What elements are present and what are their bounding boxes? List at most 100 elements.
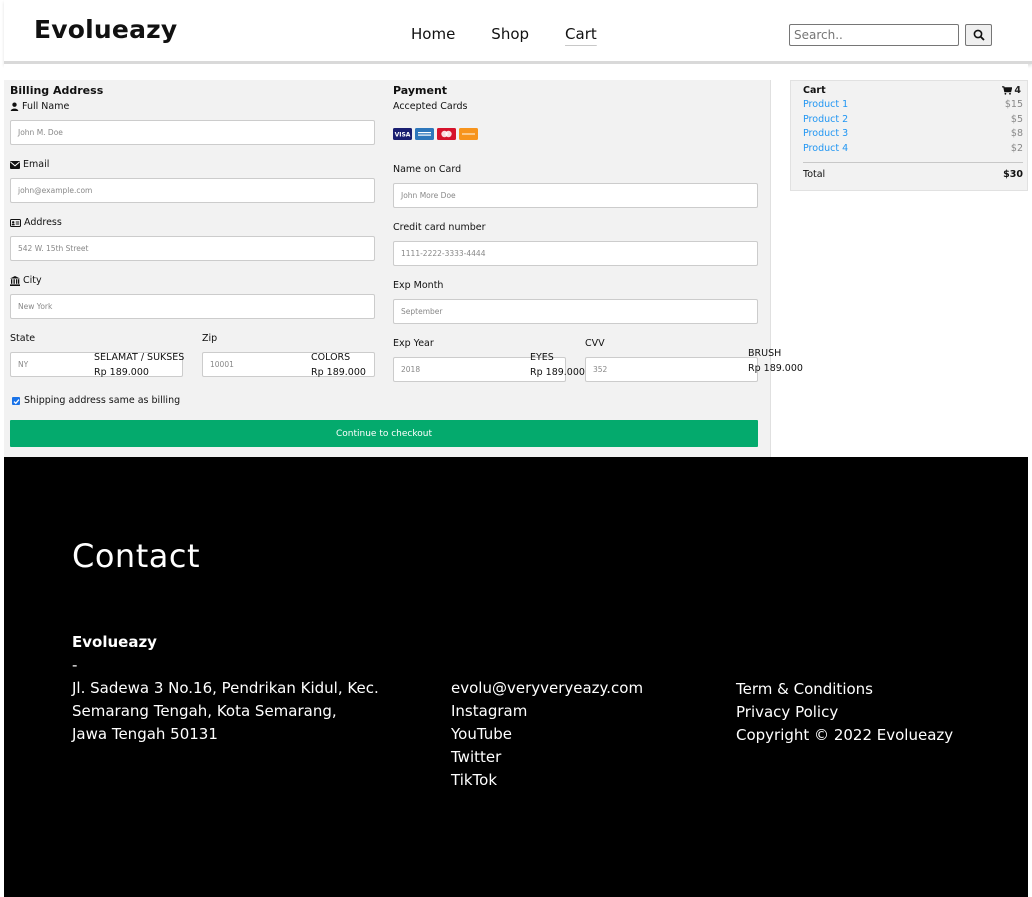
footer-instagram-link[interactable]: Instagram	[451, 700, 643, 723]
city-label: City	[10, 275, 42, 286]
shipping-same-checkbox[interactable]	[12, 397, 20, 405]
footer-links: evolu@veryveryeazy.com Instagram YouTube…	[451, 677, 643, 792]
cart-total-label: Total	[803, 169, 826, 180]
visa-card-icon: VISA	[393, 128, 412, 140]
footer-terms-link[interactable]: Term & Conditions	[736, 678, 953, 701]
billing-title: Billing Address	[10, 84, 104, 97]
overlay-product-price: Rp 189.000	[530, 367, 585, 378]
cart-item-price: $8	[1010, 128, 1023, 139]
cart-count: 4	[1002, 85, 1021, 96]
cc-number-input[interactable]: 1111-2222-3333-4444	[393, 241, 758, 266]
footer-copyright: Copyright © 2022 Evolueazy	[736, 726, 954, 744]
cvv-input[interactable]: 352	[585, 357, 758, 382]
footer-tiktok-link[interactable]: TikTok	[451, 769, 643, 792]
overlay-product-name: SELAMAT / SUKSES	[94, 352, 185, 363]
institution-icon	[10, 275, 20, 286]
payment-title: Payment	[393, 84, 448, 97]
discover-card-icon	[459, 128, 478, 140]
overlay-product-price: Rp 189.000	[748, 363, 803, 374]
overlay-product[interactable]: BRUSH Rp 189.000	[748, 346, 803, 376]
cart-item: Product 2 $5	[803, 114, 1023, 125]
envelope-icon	[10, 160, 20, 169]
email-input[interactable]: john@example.com	[10, 178, 375, 203]
footer-dash: -	[72, 656, 78, 674]
footer-youtube-link[interactable]: YouTube	[451, 723, 643, 746]
overlay-product-price: Rp 189.000	[311, 367, 366, 378]
name-on-card-input[interactable]: John More Doe	[393, 183, 758, 208]
nav-home[interactable]: Home	[411, 25, 455, 43]
overlay-product-price: Rp 189.000	[94, 367, 149, 378]
cart-item: Product 3 $8	[803, 128, 1023, 139]
overlay-product-name: COLORS	[311, 352, 351, 363]
footer-address-line: Jawa Tengah 50131	[72, 725, 218, 743]
site-footer: Contact Evolueazy - Jl. Sadewa 3 No.16, …	[4, 457, 1028, 897]
zip-label: Zip	[202, 333, 218, 344]
overlay-product[interactable]: COLORS Rp 189.000	[311, 350, 366, 380]
footer-company: Evolueazy	[72, 633, 157, 651]
cart-summary: Cart 4 Product 1 $15 Product 2 $5 Produc…	[790, 80, 1028, 191]
checkout-button[interactable]: Continue to checkout	[10, 420, 758, 447]
search-icon	[973, 29, 985, 41]
mastercard-icon	[437, 128, 456, 140]
footer-address-line: Semarang Tengah, Kota Semarang,	[72, 702, 337, 720]
exp-year-label: Exp Year	[393, 338, 434, 349]
card-icons: VISA	[393, 128, 478, 140]
cart-count-value: 4	[1014, 85, 1021, 96]
accepted-cards-label: Accepted Cards	[393, 101, 468, 112]
city-input[interactable]: New York	[10, 294, 375, 319]
name-on-card-label: Name on Card	[393, 164, 462, 175]
logo[interactable]: Evolueazy	[34, 15, 177, 44]
cart-item-price: $15	[1004, 99, 1023, 110]
cart-title: Cart	[803, 85, 826, 96]
search-input[interactable]	[789, 24, 959, 46]
footer-title: Contact	[72, 537, 200, 575]
cart-item-price: $5	[1010, 114, 1023, 125]
cart-item-price: $2	[1010, 143, 1023, 154]
footer-email-link[interactable]: evolu@veryveryeazy.com	[451, 677, 643, 700]
cart-item-link[interactable]: Product 4	[803, 143, 848, 154]
cart-item: Product 1 $15	[803, 99, 1023, 110]
footer-address-line: Jl. Sadewa 3 No.16, Pendrikan Kidul, Kec…	[72, 679, 379, 697]
cart-divider	[803, 162, 1023, 163]
shopping-cart-icon	[1002, 86, 1013, 95]
overlay-product-name: EYES	[530, 352, 554, 363]
svg-text:VISA: VISA	[395, 132, 411, 139]
city-label-text: City	[23, 275, 42, 286]
address-input[interactable]: 542 W. 15th Street	[10, 236, 375, 261]
address-card-icon	[10, 218, 21, 227]
cc-number-label: Credit card number	[393, 222, 486, 233]
cvv-label: CVV	[585, 338, 605, 349]
overlay-product[interactable]: EYES Rp 189.000	[530, 350, 585, 380]
cart-item-link[interactable]: Product 3	[803, 128, 848, 139]
footer-twitter-link[interactable]: Twitter	[451, 746, 643, 769]
footer-legal: Term & Conditions Privacy Policy Copyrig…	[736, 678, 953, 747]
search-button[interactable]	[965, 24, 992, 46]
cart-item-link[interactable]: Product 2	[803, 114, 848, 125]
main-nav: Home Shop Cart	[411, 25, 597, 43]
email-label-text: Email	[23, 159, 50, 170]
nav-shop[interactable]: Shop	[491, 25, 529, 43]
email-label: Email	[10, 159, 49, 170]
cart-item-link[interactable]: Product 1	[803, 99, 848, 110]
exp-month-label: Exp Month	[393, 280, 444, 291]
full-name-label: Full Name	[10, 101, 69, 112]
state-label: State	[10, 333, 36, 344]
exp-month-input[interactable]: September	[393, 299, 758, 324]
checkmark-icon	[13, 398, 19, 404]
cart-item: Product 4 $2	[803, 143, 1023, 154]
full-name-label-text: Full Name	[22, 101, 70, 112]
cart-total: Total $30	[803, 169, 1023, 180]
user-icon	[10, 102, 19, 111]
site-header: Evolueazy Home Shop Cart	[4, 0, 1032, 64]
footer-address-block: Evolueazy - Jl. Sadewa 3 No.16, Pendrika…	[72, 631, 379, 746]
overlay-product-name: BRUSH	[748, 348, 782, 359]
overlay-product[interactable]: SELAMAT / SUKSES Rp 189.000	[94, 350, 184, 380]
address-label-text: Address	[24, 217, 62, 228]
nav-cart[interactable]: Cart	[565, 25, 597, 43]
address-label: Address	[10, 217, 62, 228]
footer-privacy-link[interactable]: Privacy Policy	[736, 701, 953, 724]
amex-card-icon	[415, 128, 434, 140]
shipping-same-label: Shipping address same as billing	[24, 395, 181, 406]
cart-total-value: $30	[1003, 169, 1023, 180]
full-name-input[interactable]: John M. Doe	[10, 120, 375, 145]
